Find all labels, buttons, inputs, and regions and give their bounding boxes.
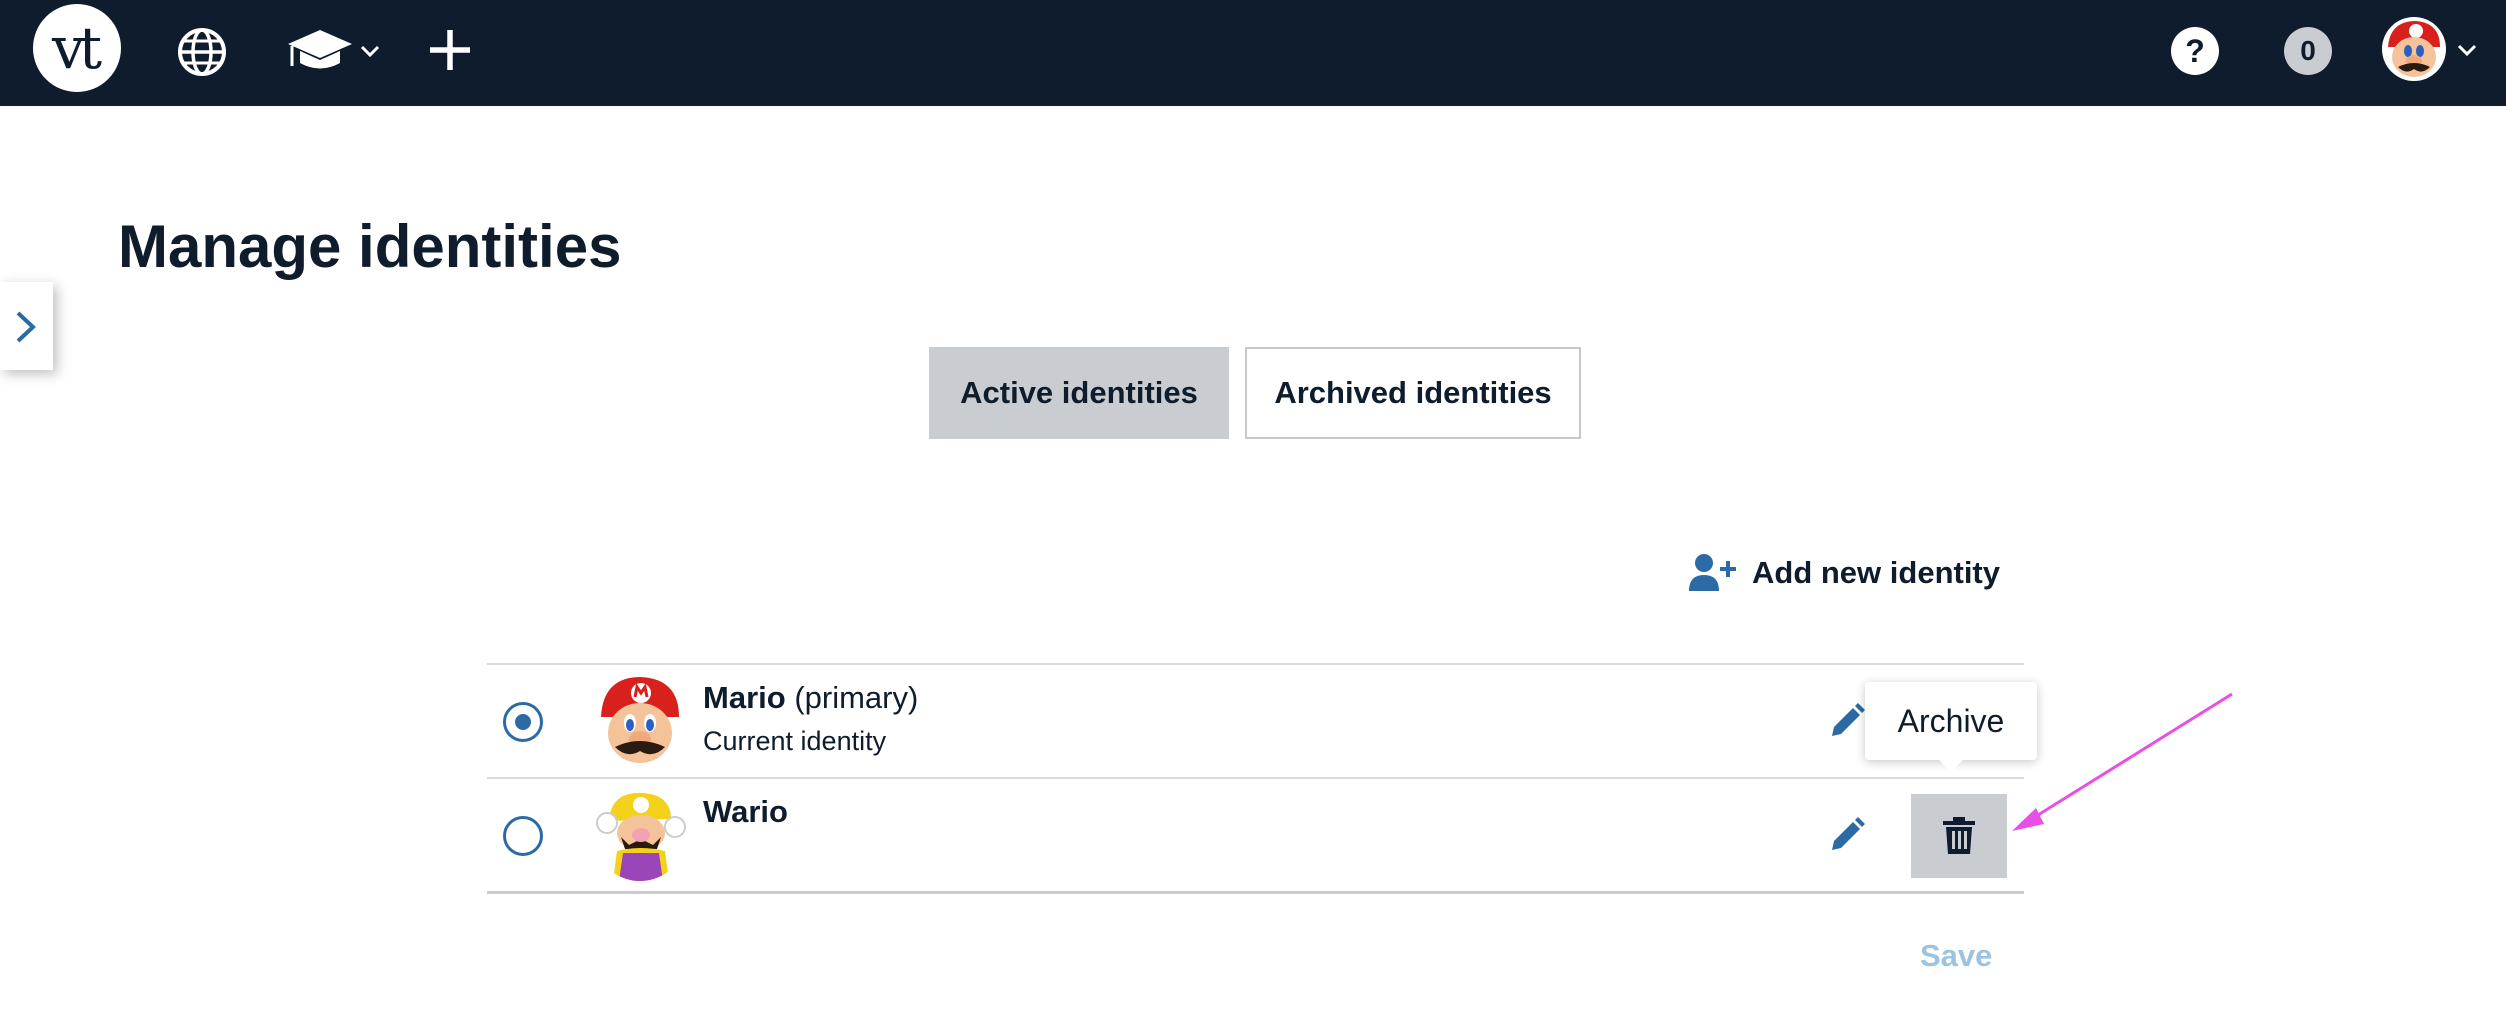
add-new-identity-button[interactable]: Add new identity xyxy=(1688,548,2000,598)
top-navigation-bar: vt ? 0 xyxy=(0,0,2506,106)
user-avatar[interactable] xyxy=(2382,17,2446,81)
list-divider xyxy=(487,663,2024,665)
identity-subtitle: Current identity xyxy=(703,726,887,756)
annotation-arrow xyxy=(2012,692,2233,831)
tab-archived-identities[interactable]: Archived identities xyxy=(1245,347,1581,439)
pencil-icon[interactable] xyxy=(1826,816,1866,856)
identity-radio-wario[interactable] xyxy=(503,816,543,856)
help-icon[interactable]: ? xyxy=(2171,27,2219,75)
notification-count-badge[interactable]: 0 xyxy=(2284,27,2332,75)
globe-icon[interactable] xyxy=(176,26,228,78)
site-logo[interactable]: vt xyxy=(33,4,121,92)
chevron-right-icon xyxy=(16,311,36,343)
tab-active-identities[interactable]: Active identities xyxy=(929,347,1229,439)
drawer-toggle-button[interactable] xyxy=(0,282,53,370)
save-button[interactable]: Save xyxy=(1920,938,1992,974)
list-divider xyxy=(487,891,2024,894)
chevron-down-icon[interactable] xyxy=(360,44,380,58)
user-plus-icon xyxy=(1689,554,1736,591)
add-new-identity-label: Add new identity xyxy=(1752,555,2000,590)
archive-button[interactable] xyxy=(1911,794,2007,878)
identity-name-wario: Wario xyxy=(703,794,788,829)
avatar-wario xyxy=(593,787,687,881)
plus-icon[interactable] xyxy=(428,26,472,74)
pencil-icon[interactable] xyxy=(1826,702,1866,742)
page-title: Manage identities xyxy=(118,213,622,280)
identity-name-mario: Mario (primary) xyxy=(703,680,919,715)
list-divider xyxy=(487,777,2024,779)
chevron-down-icon[interactable] xyxy=(2456,43,2478,57)
graduation-cap-icon[interactable] xyxy=(286,28,354,74)
identity-radio-mario[interactable] xyxy=(503,702,543,742)
avatar-mario xyxy=(593,673,687,767)
trash-icon xyxy=(1943,817,1975,854)
